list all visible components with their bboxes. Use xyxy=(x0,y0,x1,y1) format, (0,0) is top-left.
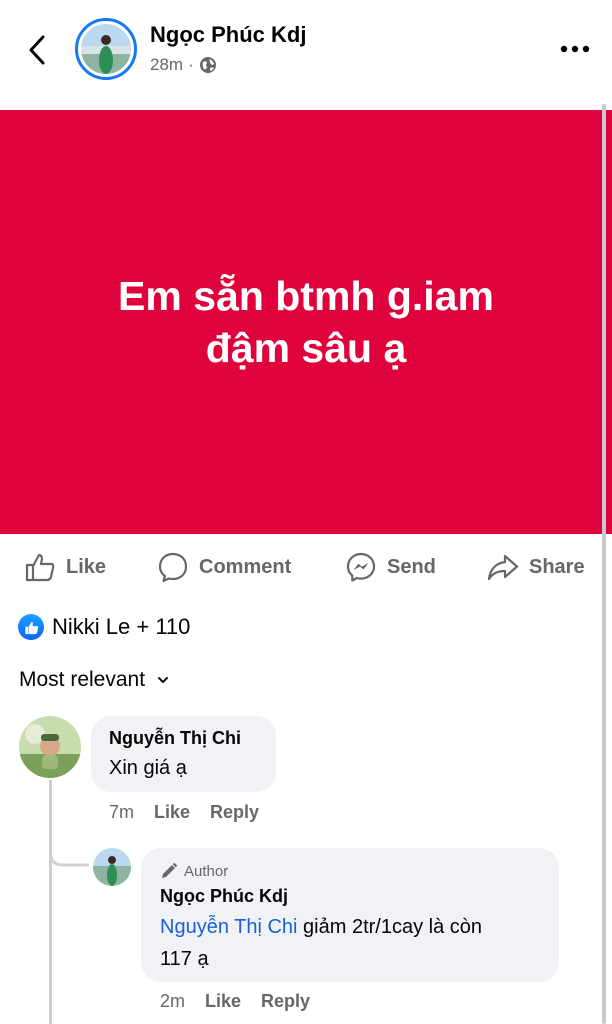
commenter-avatar[interactable] xyxy=(19,716,81,778)
chevron-left-icon xyxy=(29,35,45,65)
post-header: Ngọc Phúc Kdj 28m · xyxy=(0,0,612,108)
more-options-button[interactable] xyxy=(558,36,592,62)
author-avatar-image xyxy=(81,24,131,74)
messenger-icon xyxy=(346,552,376,582)
globe-icon xyxy=(199,57,216,73)
post-text-line: Em sẵn btmh g.iam xyxy=(118,273,494,319)
reply-author-avatar[interactable] xyxy=(93,848,131,886)
like-reaction-icon xyxy=(18,614,44,640)
author-avatar[interactable] xyxy=(75,18,137,80)
thumbs-up-icon xyxy=(25,553,55,582)
share-icon xyxy=(487,554,519,581)
share-button[interactable]: Share xyxy=(487,550,585,584)
post-text-background: Em sẵn btmh g.iam đậm sâu ạ xyxy=(0,110,612,534)
post-text: Em sẵn btmh g.iam đậm sâu ạ xyxy=(71,270,541,374)
reply-text: Nguyễn Thị Chi giảm 2tr/1cay là còn 117 … xyxy=(160,911,559,975)
reply-text-line2: 117 ạ xyxy=(160,948,209,970)
comment-sort-dropdown[interactable]: Most relevant xyxy=(19,668,169,692)
author-badge-label: Author xyxy=(184,862,229,880)
meta-separator: · xyxy=(188,55,194,74)
pen-icon xyxy=(162,862,178,878)
post-text-line: đậm sâu ạ xyxy=(205,325,407,371)
reactions-summary[interactable]: Nikki Le + 110 xyxy=(18,614,190,640)
back-button[interactable] xyxy=(22,32,52,68)
comment-label: Comment xyxy=(199,555,292,578)
reply-like-link[interactable]: Like xyxy=(205,991,241,1012)
comment-bubble[interactable]: Nguyễn Thị Chi Xin giá ạ xyxy=(91,716,276,792)
send-label: Send xyxy=(387,555,436,578)
reply-bubble[interactable]: Author Ngọc Phúc Kdj Nguyễn Thị Chi giảm… xyxy=(141,848,559,982)
reply-author-name[interactable]: Ngọc Phúc Kdj xyxy=(160,886,559,907)
comment-text: Xin giá ạ xyxy=(109,757,187,779)
share-label: Share xyxy=(529,555,585,578)
comment-reply-link[interactable]: Reply xyxy=(210,802,259,823)
post-action-bar: Like Comment Send Share xyxy=(0,540,612,594)
chevron-down-icon xyxy=(158,677,169,683)
post-meta: 28m · xyxy=(150,55,217,75)
author-name[interactable]: Ngọc Phúc Kdj xyxy=(150,22,306,48)
comment-time: 7m xyxy=(109,802,135,822)
mention-link[interactable]: Nguyễn Thị Chi xyxy=(160,916,297,938)
comment-meta: 7m Like Reply xyxy=(109,802,259,823)
reply-reply-link[interactable]: Reply xyxy=(261,991,310,1012)
sort-label: Most relevant xyxy=(19,668,146,691)
reply-thread-curve xyxy=(49,835,89,867)
reply-time: 2m xyxy=(160,991,186,1011)
comment-thread-line xyxy=(49,780,52,1024)
comment-like-link[interactable]: Like xyxy=(154,802,190,823)
commenter-name[interactable]: Nguyễn Thị Chi xyxy=(109,728,276,749)
more-horizontal-icon xyxy=(560,45,590,53)
like-label: Like xyxy=(66,555,107,578)
comment-icon xyxy=(158,552,188,583)
reply-meta: 2m Like Reply xyxy=(160,991,310,1012)
reply-text-body: giảm 2tr/1cay là còn xyxy=(297,916,483,938)
post-time: 28m xyxy=(150,55,184,74)
comment-button[interactable]: Comment xyxy=(157,550,291,584)
like-button[interactable]: Like xyxy=(24,550,106,584)
reactions-text: Nikki Le + 110 xyxy=(52,614,191,639)
send-button[interactable]: Send xyxy=(345,550,436,584)
author-badge: Author xyxy=(160,862,559,880)
